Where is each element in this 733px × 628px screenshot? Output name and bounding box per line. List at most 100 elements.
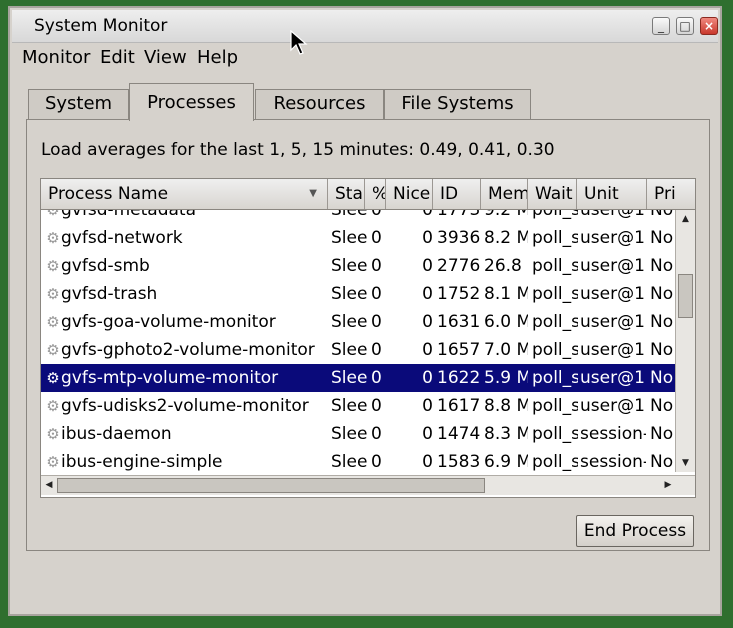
tab-bar: System Processes Resources File Systems bbox=[26, 83, 726, 121]
cell-id: 1752 bbox=[437, 284, 481, 304]
table-row[interactable]: ⚙ ibus-engine-simple Slee 0 0 1583 6.9 Mpoll_s… bbox=[41, 448, 675, 472]
table-row[interactable]: ⚙ gvfsd-trash Slee 0 0 1752 8.1 Mpoll_s user@1 N… bbox=[41, 280, 675, 308]
cell-unit: user@1 bbox=[580, 210, 645, 220]
cell-waiting-channel: poll_s bbox=[532, 210, 578, 220]
table-body: ⚙ gvfsd-metadata Slee 0 0 1773 9.2 Mpoll_s user… bbox=[41, 210, 675, 472]
column-header-status[interactable]: Sta bbox=[328, 179, 365, 209]
column-header-unit[interactable]: Unit bbox=[577, 179, 647, 209]
column-header-nice[interactable]: Nice bbox=[386, 179, 433, 209]
tab-file-systems[interactable]: File Systems bbox=[384, 89, 531, 119]
cell-waiting-channel: poll_s bbox=[532, 312, 578, 332]
cell-id: 1617 bbox=[437, 396, 481, 416]
cell-status: Slee bbox=[331, 210, 367, 220]
cell-cpu: 0 bbox=[371, 340, 382, 360]
menu-view[interactable]: View bbox=[144, 47, 187, 68]
table-row[interactable]: ⚙ gvfsd-network Slee 0 0 3936 8.2 Mpoll_s user@… bbox=[41, 224, 675, 252]
cell-process-name: ibus-daemon bbox=[61, 424, 172, 444]
cell-priority: No bbox=[650, 284, 674, 304]
column-header-priority[interactable]: Pri bbox=[647, 179, 695, 209]
cell-status: Slee bbox=[331, 312, 367, 332]
cell-unit: session- bbox=[580, 452, 646, 472]
scroll-down-arrow-icon[interactable]: ▼ bbox=[678, 456, 693, 470]
vertical-scroll-thumb[interactable] bbox=[678, 274, 693, 318]
table-row[interactable]: ⚙ gvfs-udisks2-volume-monitor Slee 0 0 1617 8.… bbox=[41, 392, 675, 420]
scroll-left-arrow-icon[interactable]: ◀ bbox=[42, 478, 56, 493]
cell-priority: No bbox=[650, 340, 674, 360]
menu-help[interactable]: Help bbox=[197, 47, 238, 68]
table-row[interactable]: ⚙ gvfsd-metadata Slee 0 0 1773 9.2 M poll_s user… bbox=[41, 210, 675, 224]
column-header-id[interactable]: ID bbox=[433, 179, 481, 209]
close-button[interactable]: × bbox=[700, 17, 718, 35]
cell-unit: user@1 bbox=[580, 284, 645, 304]
tab-resources[interactable]: Resources bbox=[255, 89, 384, 119]
cell-cpu: 0 bbox=[371, 284, 382, 304]
cell-memory: 8.3 M bbox=[484, 424, 528, 444]
cell-status: Slee bbox=[331, 284, 367, 304]
gear-icon: ⚙ bbox=[46, 257, 60, 275]
vertical-scrollbar[interactable]: ▲ ▼ bbox=[675, 210, 695, 472]
end-process-button[interactable]: End Process bbox=[576, 515, 694, 547]
gear-icon: ⚙ bbox=[46, 369, 60, 387]
cell-cpu: 0 bbox=[371, 452, 382, 472]
table-row[interactable]: ⚙ gvfsd-smb Slee 0 0 2776 26.8 poll_s user@1 No bbox=[41, 252, 675, 280]
minimize-button[interactable]: _ bbox=[652, 17, 670, 35]
table-row[interactable]: ⚙ ibus-daemon Slee 0 0 1474 8.3 Mpoll_s session… bbox=[41, 420, 675, 448]
cell-status: Slee bbox=[331, 256, 367, 276]
cell-unit: user@1 bbox=[580, 228, 645, 248]
cell-unit: user@1 bbox=[580, 256, 645, 276]
table-row[interactable]: ⚙ gvfs-goa-volume-monitor Slee 0 0 1631 6.0 Mp… bbox=[41, 308, 675, 336]
cell-status: Slee bbox=[331, 228, 367, 248]
window-title: System Monitor bbox=[34, 16, 168, 36]
tab-system[interactable]: System bbox=[28, 89, 129, 119]
cell-process-name: gvfs-mtp-volume-monitor bbox=[61, 368, 279, 388]
column-header-memory[interactable]: Mem bbox=[481, 179, 528, 209]
cell-cpu: 0 bbox=[371, 256, 382, 276]
title-bar[interactable]: System Monitor _ □ × bbox=[12, 10, 718, 43]
process-table: Process Name ▼ Sta % Nice ID Mem Wait Un… bbox=[40, 178, 696, 498]
cell-priority: No bbox=[650, 452, 674, 472]
column-header-cpu[interactable]: % bbox=[365, 179, 386, 209]
tab-processes[interactable]: Processes bbox=[129, 83, 254, 121]
cell-cpu: 0 bbox=[371, 368, 382, 388]
cell-nice: 0 bbox=[422, 228, 433, 248]
cell-priority: No bbox=[650, 368, 674, 388]
cell-cpu: 0 bbox=[371, 396, 382, 416]
cell-nice: 0 bbox=[422, 396, 433, 416]
cell-id: 2776 bbox=[437, 256, 481, 276]
cell-nice: 0 bbox=[422, 256, 433, 276]
horizontal-scrollbar[interactable]: ◀ ▶ bbox=[41, 475, 695, 495]
menu-edit[interactable]: Edit bbox=[100, 47, 135, 68]
cell-nice: 0 bbox=[422, 424, 433, 444]
cell-waiting-channel: poll_s bbox=[532, 396, 578, 416]
gear-icon: ⚙ bbox=[46, 285, 60, 303]
cell-memory: 8.8 M bbox=[484, 396, 528, 416]
maximize-button[interactable]: □ bbox=[676, 17, 694, 35]
scroll-right-arrow-icon[interactable]: ▶ bbox=[661, 478, 675, 493]
cell-unit: user@1 bbox=[580, 312, 645, 332]
table-row[interactable]: ⚙ gvfs-mtp-volume-monitor Slee 0 0 1622 5.9 Mp… bbox=[41, 364, 675, 392]
cell-id: 1474 bbox=[437, 424, 481, 444]
cell-nice: 0 bbox=[422, 210, 433, 220]
cell-waiting-channel: poll_s bbox=[532, 228, 578, 248]
cell-memory: 26.8 bbox=[484, 256, 522, 276]
scroll-up-arrow-icon[interactable]: ▲ bbox=[678, 212, 693, 226]
menu-monitor[interactable]: Monitor bbox=[22, 47, 90, 68]
cell-id: 1631 bbox=[437, 312, 481, 332]
cell-priority: No bbox=[650, 256, 674, 276]
cell-status: Slee bbox=[331, 424, 367, 444]
cell-priority: No bbox=[650, 228, 674, 248]
horizontal-scroll-thumb[interactable] bbox=[57, 478, 485, 493]
column-header-waiting-channel[interactable]: Wait bbox=[528, 179, 577, 209]
cell-id: 1583 bbox=[437, 452, 481, 472]
column-header-label: Process Name bbox=[48, 184, 169, 204]
table-row[interactable]: ⚙ gvfs-gphoto2-volume-monitor Slee 0 0 1657 7.… bbox=[41, 336, 675, 364]
cell-memory: 7.0 M bbox=[484, 340, 528, 360]
column-header-process-name[interactable]: Process Name ▼ bbox=[41, 179, 328, 209]
cell-cpu: 0 bbox=[371, 312, 382, 332]
cell-memory: 8.2 M bbox=[484, 228, 528, 248]
cell-status: Slee bbox=[331, 452, 367, 472]
cell-priority: No bbox=[650, 396, 674, 416]
processes-panel: Load averages for the last 1, 5, 15 minu… bbox=[26, 119, 710, 551]
cell-unit: user@1 bbox=[580, 396, 645, 416]
cell-unit: session- bbox=[580, 424, 646, 444]
